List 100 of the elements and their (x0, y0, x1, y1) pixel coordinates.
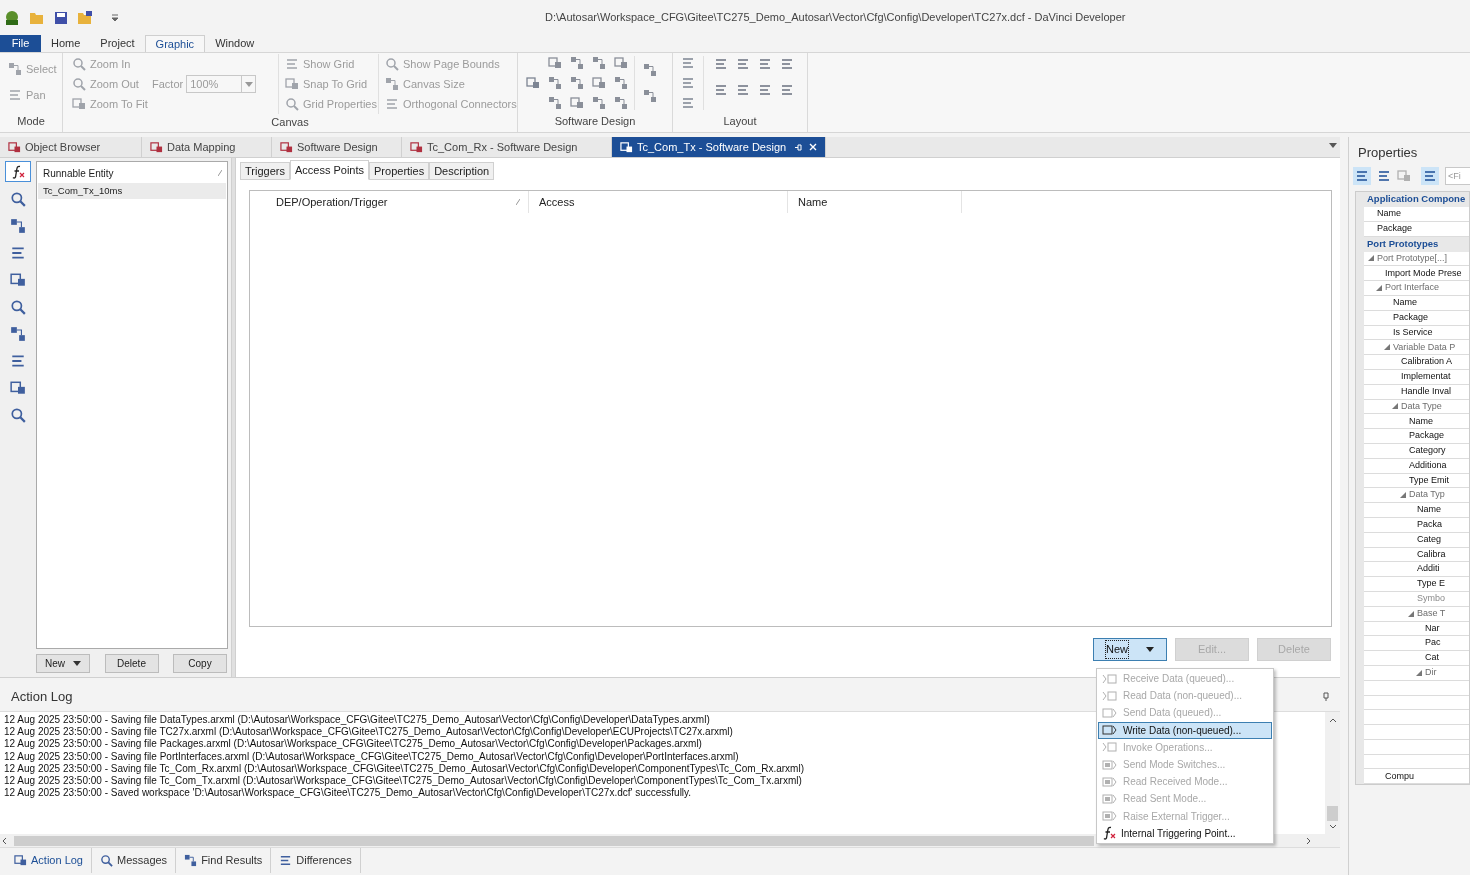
document-tab[interactable]: Data Mapping (142, 137, 272, 157)
list-button[interactable]: New (36, 654, 90, 673)
document-tab[interactable]: Tc_Com_Tx - Software Design (612, 137, 826, 157)
receive-port-icon (1102, 742, 1118, 753)
bottom-tab-icon (14, 854, 27, 867)
ribbon-tab[interactable]: Window (205, 35, 265, 52)
menu-item[interactable]: Internal Triggering Point... (1098, 824, 1272, 842)
align-icon (736, 82, 750, 97)
folder-icon[interactable] (77, 10, 93, 25)
port-layout-icon (548, 95, 562, 110)
tool-icon (10, 406, 26, 423)
align-icon (758, 82, 772, 97)
dropdown-icon[interactable] (110, 12, 120, 23)
property-label: Package (1409, 429, 1445, 443)
property-label: Additiona (1409, 458, 1447, 472)
bottom-tab[interactable]: Differences (271, 848, 361, 873)
auto-layout-icon (681, 95, 695, 110)
expanded-triangle-icon[interactable] (1408, 610, 1414, 617)
tool-strip-button[interactable] (5, 161, 31, 182)
property-group-label: Port Prototype[...] (1377, 251, 1448, 265)
connector-icon (643, 88, 657, 103)
group-label: Layout (722, 113, 758, 129)
auto-layout-icon (681, 75, 695, 90)
caret-icon (1329, 143, 1337, 148)
close-icon[interactable] (809, 143, 817, 151)
property-label: Pac (1425, 636, 1441, 650)
pin-icon[interactable] (794, 142, 803, 152)
ribbon-tab[interactable]: Project (90, 35, 145, 52)
sort-icon (516, 199, 520, 205)
property-label: Implementat (1401, 370, 1451, 384)
bottom-tab-icon (279, 854, 293, 867)
list-button[interactable]: Delete (104, 654, 159, 673)
document-tab-icon (8, 140, 21, 154)
property-label: Package (1393, 310, 1429, 324)
property-group-label: Variable Data P (1393, 340, 1456, 354)
column-header[interactable]: Access (529, 191, 788, 213)
port-layout-icon (592, 95, 606, 110)
detail-tab[interactable]: Description (429, 162, 495, 180)
ribbon-item-icon (285, 57, 299, 71)
detail-tab[interactable]: Triggers (240, 162, 290, 180)
window-title: D:\Autosar\Workspace_CFG\Gitee\TC275_Demo_Autosar\Vector\Cfg\Config\Developer\TC27x.dcf - DaVinci Developer (545, 10, 1126, 26)
align-icon (780, 56, 794, 71)
vertical-scrollbar[interactable] (1325, 712, 1340, 847)
caret-icon (244, 81, 253, 87)
document-tab[interactable]: Software Design (272, 137, 402, 157)
sort-alphabetical-icon (1377, 169, 1391, 183)
column-header[interactable]: Runnable Entity (43, 165, 114, 181)
document-tab-icon (620, 140, 633, 154)
caret-icon (73, 661, 81, 666)
expanded-triangle-icon[interactable] (1368, 255, 1374, 262)
list-button[interactable]: Copy (173, 654, 227, 673)
port-layout-icon (570, 95, 584, 110)
mode-port-icon (1102, 759, 1118, 770)
port-layout-icon (614, 55, 628, 70)
property-label: Symbo (1417, 592, 1445, 606)
group-label: Software Design (553, 113, 637, 129)
port-layout-icon (570, 75, 584, 90)
ribbon-tab[interactable]: File (0, 35, 41, 52)
ribbon-item-icon (385, 57, 399, 71)
save-icon[interactable] (54, 10, 68, 25)
column-header[interactable]: Name (788, 191, 962, 213)
expanded-triangle-icon[interactable] (1384, 344, 1390, 351)
filter-field[interactable]: <Fi (1445, 167, 1470, 185)
list-row[interactable]: Tc_Com_Tx_10ms (38, 183, 226, 199)
app-logo-icon[interactable] (4, 9, 20, 26)
group-label: Canvas (270, 115, 310, 130)
caret-icon (1146, 647, 1154, 652)
detail-tab[interactable]: Access Points (289, 160, 370, 180)
bottom-tab[interactable]: Action Log (6, 848, 92, 873)
bottom-tab[interactable]: Messages (92, 848, 177, 873)
property-label: Nar (1425, 621, 1440, 635)
port-layout-icon (548, 55, 562, 70)
action-button[interactable]: New (1093, 638, 1167, 661)
auto-layout-icon (681, 55, 695, 70)
bottom-tab[interactable]: Find Results (176, 848, 272, 873)
document-tab[interactable]: Object Browser (0, 137, 142, 157)
ribbon-item-icon (72, 77, 86, 91)
category-header[interactable]: Application Compone (1367, 192, 1466, 207)
ribbon-item-icon (8, 88, 22, 102)
align-icon (758, 56, 772, 71)
pin-icon[interactable] (1322, 692, 1330, 701)
ribbon-tab[interactable]: Graphic (144, 35, 206, 52)
mode-port-icon (1102, 793, 1118, 804)
expanded-triangle-icon[interactable] (1416, 669, 1422, 676)
tool-icon (10, 379, 26, 396)
log-line: 12 Aug 2025 23:50:00 - Saving file Tc_Com_Rx.arxml (D:\Autosar\Workspace_CFG\Gitee\TC275_Demo_Autosar\Vector\Cfg\Config\Developer\ComponentTypes\Tc_Com_Rx.arxml) (4, 762, 804, 775)
ribbon-item-icon (8, 62, 22, 76)
detail-tab[interactable]: Properties (369, 162, 430, 180)
category-header[interactable]: Port Prototypes (1367, 236, 1439, 252)
document-tab-icon (410, 140, 423, 154)
menu-item[interactable]: Write Data (non-queued)... (1098, 721, 1272, 739)
document-tab-icon (280, 140, 293, 154)
column-header[interactable]: DEP/Operation/Trigger (266, 191, 529, 213)
scroll-thumb[interactable] (1327, 806, 1338, 821)
ribbon-tab[interactable]: Home (41, 35, 91, 52)
panel-title: Action Log (11, 687, 73, 706)
expanded-triangle-icon[interactable] (1392, 403, 1398, 410)
expanded-triangle-icon[interactable] (1376, 285, 1382, 292)
property-label: Import Mode Prese (1385, 266, 1462, 280)
expanded-triangle-icon[interactable] (1400, 492, 1406, 499)
